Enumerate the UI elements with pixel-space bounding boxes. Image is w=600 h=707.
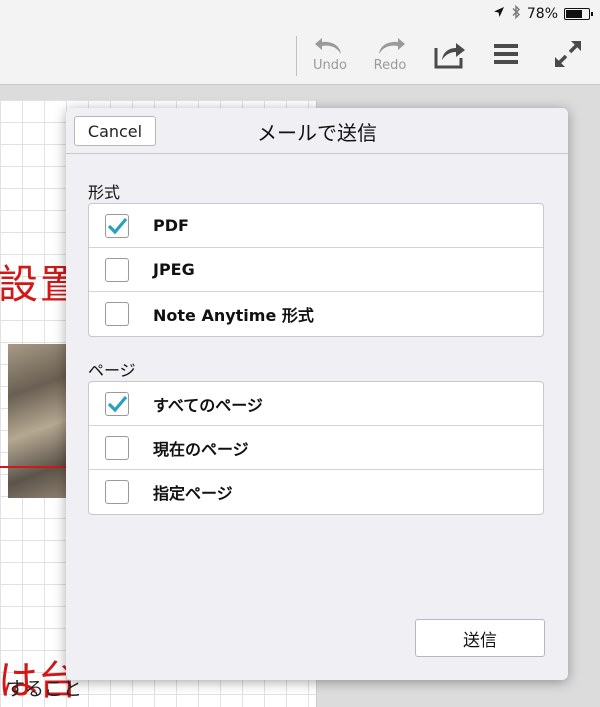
status-bar: 78%	[0, 0, 600, 28]
checkmark-icon	[107, 217, 128, 234]
option-label: Note Anytime 形式	[153, 306, 314, 325]
page-option-all[interactable]: すべてのページ	[89, 382, 543, 426]
checkmark-icon	[107, 395, 128, 412]
page-option-current[interactable]: 現在のページ	[89, 426, 543, 470]
checkbox[interactable]	[105, 213, 129, 238]
checkbox[interactable]	[105, 302, 129, 326]
fullscreen-button[interactable]	[546, 38, 590, 84]
note-photo	[8, 344, 68, 498]
send-button[interactable]: 送信	[415, 619, 545, 657]
format-option-pdf[interactable]: PDF	[89, 204, 543, 248]
menu-button[interactable]	[484, 40, 528, 86]
handwriting-line	[0, 466, 70, 468]
checkbox[interactable]	[105, 257, 129, 282]
redo-label: Redo	[373, 58, 407, 73]
battery-level	[566, 10, 583, 18]
battery-percent: 78%	[526, 6, 558, 22]
undo-icon	[315, 38, 341, 54]
undo-label: Undo	[313, 58, 347, 73]
format-section-label: 形式	[88, 183, 121, 202]
option-label: 現在のページ	[153, 439, 249, 459]
toolbar-divider	[296, 36, 297, 76]
option-label: すべてのページ	[153, 395, 263, 415]
checkbox[interactable]	[105, 435, 129, 460]
format-option-jpeg[interactable]: JPEG	[89, 248, 543, 292]
share-icon	[434, 43, 465, 69]
format-option-note-anytime[interactable]: Note Anytime 形式	[89, 292, 543, 336]
option-label: JPEG	[153, 260, 195, 279]
email-send-dialog: Cancel メールで送信 形式 PDF JPEG Note Anytime 形…	[66, 108, 568, 680]
bluetooth-icon	[511, 4, 521, 23]
undo-button[interactable]: Undo	[308, 34, 352, 80]
expand-icon	[555, 41, 581, 67]
hamburger-icon	[494, 44, 518, 64]
redo-button[interactable]: Redo	[368, 34, 412, 80]
location-icon	[493, 6, 505, 22]
option-label: PDF	[153, 216, 189, 235]
battery-icon	[564, 8, 593, 20]
format-options: PDF JPEG Note Anytime 形式	[88, 203, 544, 337]
dialog-title: メールで送信	[257, 121, 377, 145]
page-options: すべてのページ 現在のページ 指定ページ	[88, 381, 544, 515]
redo-icon	[379, 38, 405, 54]
checkbox[interactable]	[105, 480, 129, 504]
checkbox[interactable]	[105, 391, 129, 416]
pages-section-label: ページ	[88, 361, 136, 380]
page-option-specified[interactable]: 指定ページ	[89, 470, 543, 514]
share-button[interactable]	[428, 38, 472, 84]
option-label: 指定ページ	[153, 484, 233, 503]
dialog-header: Cancel メールで送信	[66, 108, 568, 154]
status-indicators: 78%	[493, 4, 593, 23]
toolbar: Undo Redo	[0, 28, 600, 85]
